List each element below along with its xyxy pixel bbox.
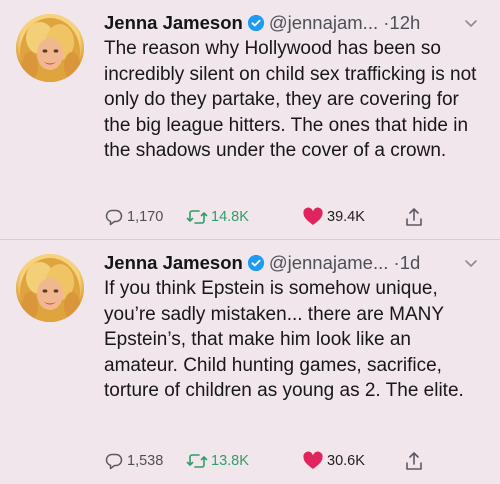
author-name[interactable]: Jenna Jameson [104,252,243,273]
retweet-count: 14.8K [211,209,249,225]
tweet-actions: 1,170 14.8K 39.4K [104,204,480,230]
share-button[interactable] [404,448,427,474]
like-button[interactable]: 30.6K [302,448,365,474]
share-icon [406,208,422,226]
retweet-button[interactable]: 14.8K [186,204,249,230]
reply-button[interactable]: 1,538 [104,448,163,474]
tweet-card-2[interactable]: Jenna Jameson @jennajame... ·1d If you th… [0,240,500,484]
retweet-icon [186,454,208,468]
timestamp[interactable]: 1d [400,252,421,273]
retweet-icon [186,210,208,224]
reply-icon [105,209,123,226]
tweet-header: Jenna Jameson @jennajame... ·1d [104,250,490,276]
heart-icon [303,207,323,225]
tweet-header: Jenna Jameson @jennajam... ·12h [104,10,490,36]
tweet-text: If you think Epstein is somehow unique, … [104,278,464,402]
like-count: 39.4K [327,209,365,225]
timestamp[interactable]: 12h [389,12,420,33]
retweet-button[interactable]: 13.8K [186,448,249,474]
verified-badge-icon [247,14,264,32]
reply-count: 1,170 [127,209,164,225]
share-button[interactable] [404,204,427,230]
tweet-card-1[interactable]: Jenna Jameson @jennajam... ·12h The reaso… [0,0,500,240]
chevron-down-icon[interactable] [464,256,478,270]
chevron-down-icon[interactable] [464,16,478,30]
like-count: 30.6K [327,453,365,469]
reply-button[interactable]: 1,170 [104,204,163,230]
avatar[interactable] [16,14,84,82]
reply-icon [105,453,123,470]
tweet-text: The reason why Hollywood has been so inc… [104,38,477,162]
heart-icon [303,451,323,469]
author-name[interactable]: Jenna Jameson [104,12,243,33]
share-icon [406,452,422,470]
like-button[interactable]: 39.4K [302,204,365,230]
reply-count: 1,538 [127,453,164,469]
author-handle[interactable]: @jennajam... [269,12,378,33]
author-handle[interactable]: @jennajame... [269,252,389,273]
avatar[interactable] [16,254,84,322]
retweet-count: 13.8K [211,453,249,469]
verified-badge-icon [247,254,264,272]
tweet-actions: 1,538 13.8K 30.6K [104,448,480,474]
